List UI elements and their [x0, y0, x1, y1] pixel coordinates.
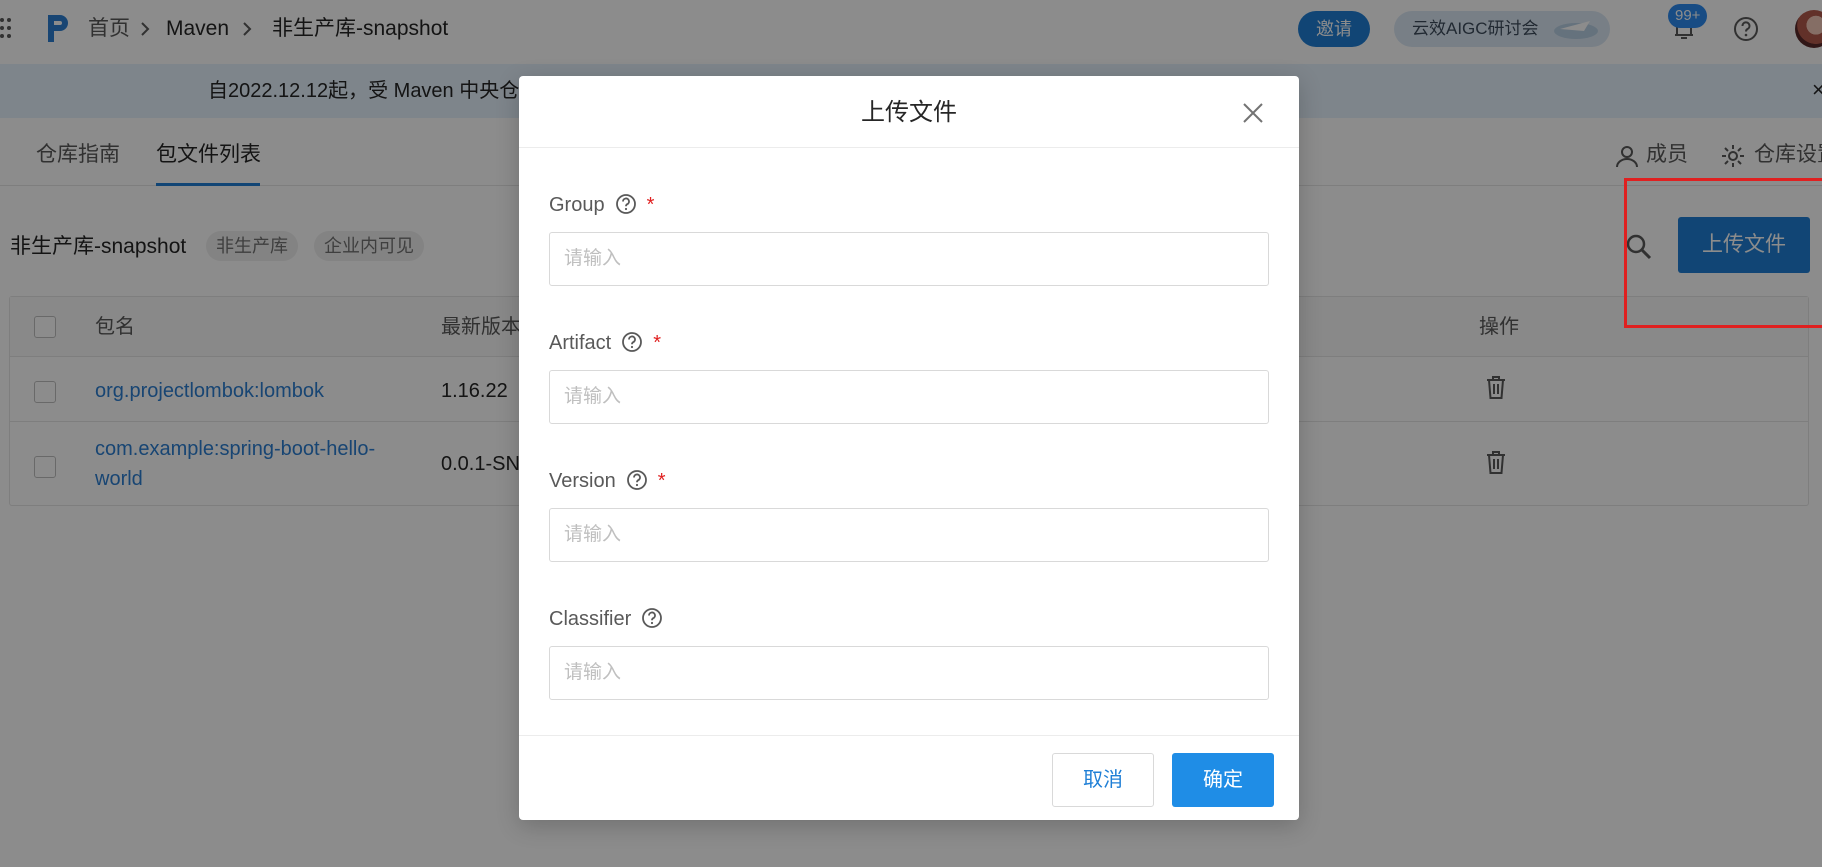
classifier-label-text: Classifier: [549, 608, 632, 630]
help-icon[interactable]: [621, 331, 643, 353]
artifact-label-text: Artifact: [549, 332, 612, 354]
group-field-label: Group *: [549, 192, 654, 218]
help-icon[interactable]: [615, 193, 637, 215]
required-mark: *: [646, 194, 655, 216]
required-mark: *: [653, 332, 662, 354]
cancel-button[interactable]: 取消: [1052, 753, 1154, 807]
help-icon[interactable]: [641, 607, 663, 629]
classifier-field-label: Classifier: [549, 606, 663, 632]
group-input[interactable]: [549, 232, 1269, 286]
artifact-field-label: Artifact *: [549, 330, 661, 356]
classifier-input[interactable]: [549, 646, 1269, 700]
artifact-input[interactable]: [549, 370, 1269, 424]
version-label-text: Version: [549, 470, 616, 492]
confirm-button[interactable]: 确定: [1172, 753, 1274, 807]
upload-file-dialog: 上传文件 Group * Artifact * Version * Classifie…: [519, 76, 1299, 820]
required-mark: *: [657, 470, 666, 492]
dialog-footer: 取消 确定: [519, 735, 1299, 820]
highlight-annotation-box: [1624, 178, 1822, 328]
help-icon[interactable]: [626, 469, 648, 491]
version-input[interactable]: [549, 508, 1269, 562]
group-label-text: Group: [549, 194, 605, 216]
close-icon[interactable]: [1242, 102, 1264, 124]
dialog-title: 上传文件: [861, 99, 957, 126]
version-field-label: Version *: [549, 468, 666, 494]
dialog-header: 上传文件: [519, 76, 1299, 148]
